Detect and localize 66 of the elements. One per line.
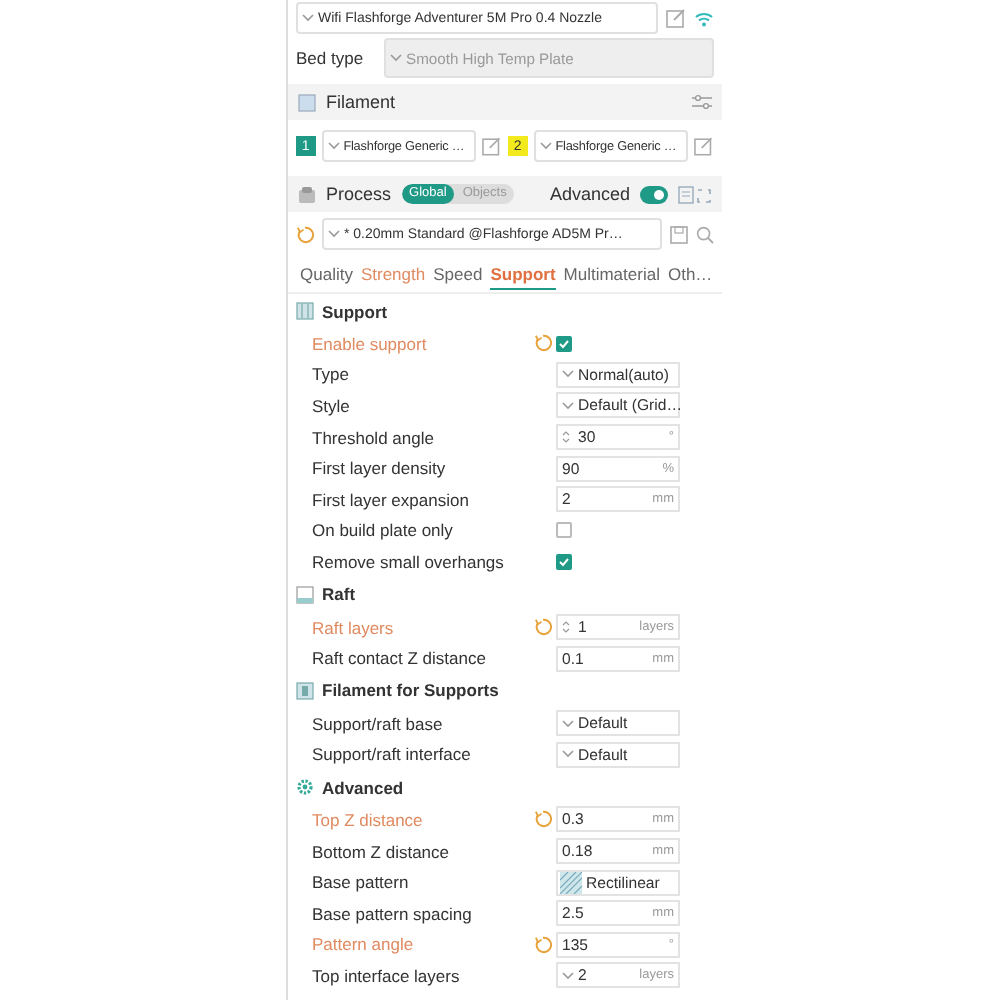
compare-icon[interactable]	[678, 185, 712, 203]
chevron-icon	[390, 54, 402, 62]
setting-label: Raft contact Z distance	[312, 648, 488, 669]
spin-arrows-icon[interactable]	[562, 620, 570, 635]
setting-label: Type	[312, 364, 351, 385]
chevron-icon	[328, 230, 340, 238]
setting-label: Base pattern spacing	[312, 903, 474, 924]
setting-label: Top Z distance	[312, 809, 425, 830]
advanced-label: Advanced	[549, 184, 630, 204]
reset-icon[interactable]	[533, 810, 551, 829]
chevron-icon	[539, 142, 552, 150]
setting-label: Enable support	[312, 333, 429, 354]
setting-label: Remove small overhangs	[312, 551, 506, 572]
hatch-icon	[560, 871, 582, 894]
bed-type-label: Bed type	[296, 48, 366, 68]
section-title: Support	[322, 301, 388, 321]
reset-icon[interactable]	[533, 618, 551, 637]
raft-icon	[296, 585, 314, 604]
gear-icon	[296, 778, 314, 797]
reset-icon[interactable]	[533, 334, 551, 353]
checkbox[interactable]	[556, 522, 572, 539]
reset-icon[interactable]	[533, 935, 551, 954]
support-icon	[296, 302, 314, 320]
search-icon[interactable]	[696, 225, 714, 243]
chevron-icon	[302, 14, 314, 22]
setting-label: First layer density	[312, 458, 448, 479]
setting-label: Top interface layers	[312, 965, 462, 986]
checkbox[interactable]	[556, 335, 572, 352]
tab[interactable]: Oth…	[667, 259, 713, 289]
setting-label: Base pattern	[312, 872, 411, 893]
chevron-icon	[562, 971, 574, 980]
process-icon	[298, 185, 316, 203]
chevron-icon	[562, 370, 574, 379]
section-title: Filament for Supports	[322, 680, 499, 701]
edit-icon[interactable]	[482, 136, 503, 156]
setting-label: Support/raft base	[312, 713, 445, 734]
tab[interactable]: Quality	[300, 259, 353, 289]
chevron-icon	[562, 719, 574, 728]
chevron-icon	[562, 750, 574, 759]
tab[interactable]: Speed	[433, 259, 483, 289]
setting-label: Support/raft interface	[312, 744, 473, 765]
setting-label: On build plate only	[312, 520, 455, 541]
save-icon[interactable]	[670, 225, 688, 243]
filament-title: Filament	[326, 92, 398, 112]
chevron-icon	[562, 401, 574, 410]
chevron-icon	[327, 142, 340, 150]
setting-label: Raft layers	[312, 617, 396, 638]
spool-icon	[296, 681, 314, 700]
section-title: Raft	[322, 584, 356, 605]
edit-icon[interactable]	[666, 8, 686, 28]
setting-label: Style	[312, 395, 352, 416]
setting-label: Threshold angle	[312, 427, 436, 448]
section-title: Advanced	[322, 777, 404, 798]
setting-label: Bottom Z distance	[312, 841, 452, 862]
sliders-icon[interactable]	[692, 94, 712, 110]
edit-icon[interactable]	[694, 136, 715, 156]
setting-label: First layer expansion	[312, 489, 471, 510]
spin-arrows-icon[interactable]	[562, 430, 570, 445]
tab[interactable]: Multimaterial	[563, 259, 660, 289]
setting-label: Pattern angle	[312, 934, 416, 955]
checkbox[interactable]	[556, 553, 572, 570]
filament-icon	[298, 93, 316, 111]
advanced-switch[interactable]	[640, 185, 668, 203]
process-title: Process	[326, 184, 392, 204]
reset-icon[interactable]	[296, 225, 314, 243]
wifi-icon[interactable]	[694, 9, 714, 27]
